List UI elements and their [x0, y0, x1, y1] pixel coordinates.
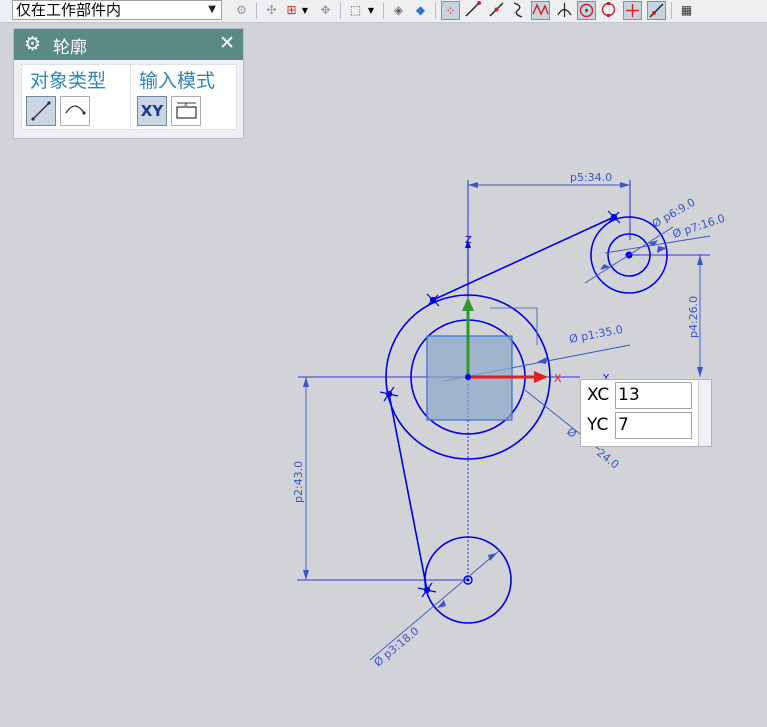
point-on-line-icon[interactable]: [647, 1, 666, 20]
solid-cube-icon[interactable]: ◆: [411, 1, 430, 20]
toolbar-separator: [435, 2, 436, 19]
intersection-snap-icon[interactable]: [531, 1, 550, 20]
dimension-p2-label[interactable]: p2:43.0: [292, 461, 305, 503]
toolbar-separator: [671, 2, 672, 19]
close-icon[interactable]: ✕: [219, 32, 235, 54]
dimension-arrow: [620, 182, 630, 188]
toolbar-separator: [256, 2, 257, 19]
curve-icon[interactable]: [509, 1, 528, 20]
dimension-arrow: [600, 264, 610, 270]
toolbar-separator: [340, 2, 341, 19]
grid-icon[interactable]: ▦: [677, 1, 696, 20]
tangent-marker: [426, 293, 440, 307]
gear-icon[interactable]: ⚙: [24, 33, 41, 55]
tangent-marker: [607, 210, 621, 224]
toolbar-separator: [383, 2, 384, 19]
x-axis-head: [534, 371, 548, 383]
dimension-p2-tail-label[interactable]: 24.0: [594, 446, 621, 471]
select-box-icon[interactable]: ⬚: [346, 1, 365, 20]
dimension-p3-label[interactable]: Ø p3:18.0: [372, 624, 422, 669]
dimension-arrow: [468, 182, 478, 188]
dimension-arrow: [697, 367, 703, 377]
green-axis-head: [462, 297, 474, 311]
parameter-mode-icon: x: [176, 101, 197, 119]
move-icon[interactable]: ✥: [316, 1, 335, 20]
arc-icon: [65, 105, 86, 115]
snap-points-icon[interactable]: ⁘: [441, 1, 460, 20]
xc-input[interactable]: 13: [615, 382, 692, 409]
midpoint-snap-icon[interactable]: [487, 1, 506, 20]
input-mode-label: 输入模式: [139, 70, 216, 92]
snap-icon[interactable]: ✣: [262, 1, 281, 20]
chevron-down-icon[interactable]: ▼: [366, 1, 376, 20]
object-type-label: 对象类型: [30, 70, 107, 92]
dimension-arrow: [488, 553, 497, 561]
dimension-arrow: [437, 600, 446, 608]
eraser-icon[interactable]: ◈: [389, 1, 408, 20]
filter-settings-icon[interactable]: ⚙: [232, 1, 251, 20]
svg-text:x: x: [184, 101, 188, 108]
dimension-p1-label[interactable]: Ø p1:35.0: [568, 323, 624, 346]
point-snap-icon[interactable]: ⊞: [282, 1, 301, 20]
coordinate-mode-button[interactable]: XY: [137, 96, 167, 126]
quadrant-snap-icon[interactable]: [599, 1, 618, 20]
profile-dialog-header[interactable]: ⚙ 轮廓 ✕: [14, 29, 243, 60]
selection-filter-value: 仅在工作部件内: [16, 1, 122, 19]
dimension-p5-label[interactable]: p5:34.0: [570, 171, 612, 184]
selection-filter-dropdown[interactable]: 仅在工作部件内 ▼: [12, 0, 222, 20]
chevron-down-icon[interactable]: ▼: [300, 1, 310, 20]
parameter-mode-button[interactable]: x: [171, 96, 201, 126]
dimension-arrow: [303, 570, 309, 580]
x-axis-label: X: [554, 372, 562, 385]
profile-dialog: ⚙ 轮廓 ✕ 对象类型 输入模式 XY x: [13, 28, 244, 139]
dimension-p4-label[interactable]: p4:26.0: [687, 296, 700, 338]
top-toolbar: 仅在工作部件内 ▼ ⚙ ✣ ⊞ ▼ ✥ ⬚ ▼ ◈ ◆ ⁘ ▦: [0, 0, 767, 23]
dimension-arrow: [303, 377, 309, 387]
chevron-down-icon: ▼: [208, 4, 216, 15]
dialog-title: 轮廓: [53, 38, 87, 58]
input-box-scrollbar[interactable]: [698, 380, 711, 446]
center-snap-icon[interactable]: [577, 1, 596, 20]
point-on-curve-icon[interactable]: [623, 1, 642, 20]
tangent-snap-icon[interactable]: [555, 1, 574, 20]
dimension-p2-partial-label[interactable]: Ø: [564, 425, 579, 441]
yc-label: YC: [587, 415, 609, 435]
line-snap-icon[interactable]: [463, 1, 482, 20]
arc-tool-button[interactable]: [60, 96, 90, 126]
origin-point[interactable]: [465, 374, 471, 380]
input-mode-group: 输入模式 XY x: [130, 64, 237, 130]
line-icon: [31, 101, 51, 121]
coordinate-input-box: XC 13 YC 7: [580, 379, 712, 447]
center-point-dot: [466, 578, 470, 582]
dimension-arrow: [697, 255, 703, 265]
yc-input[interactable]: 7: [615, 412, 692, 439]
object-type-group: 对象类型: [21, 64, 134, 130]
line-tool-button[interactable]: [26, 96, 56, 126]
tangent-line-top[interactable]: [432, 216, 615, 301]
tangent-line-bottom[interactable]: [388, 393, 428, 591]
z-axis-label: Z: [465, 235, 472, 246]
xc-label: XC: [587, 385, 610, 405]
